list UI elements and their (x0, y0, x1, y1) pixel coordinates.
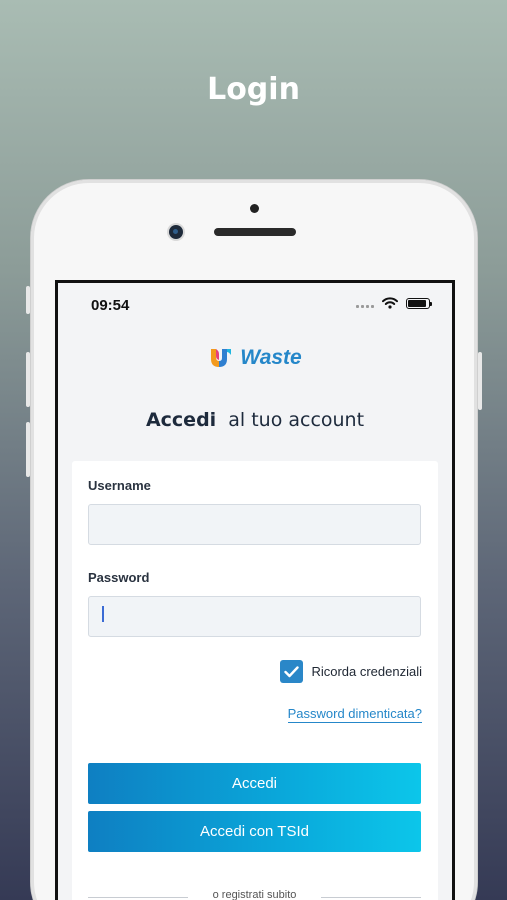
divider-line-right (321, 897, 421, 898)
front-camera-icon (169, 225, 183, 239)
app-screen: 09:54 Waste Accedi al tuo account Userna… (55, 280, 455, 900)
battery-icon (406, 297, 432, 309)
username-field[interactable] (88, 504, 421, 545)
wifi-icon (382, 297, 398, 309)
status-icons (356, 297, 432, 309)
volume-up-button (26, 352, 30, 407)
checkmark-icon (284, 665, 300, 677)
forgot-password-link[interactable]: Password dimenticata? (287, 706, 422, 723)
password-label: Password (88, 570, 150, 585)
status-time: 09:54 (91, 297, 130, 314)
proximity-sensor (250, 204, 259, 213)
volume-down-button (26, 422, 30, 477)
promo-title: Login (207, 72, 300, 107)
register-divider: o registrati subito (88, 889, 421, 900)
signal-icon (356, 298, 374, 308)
earpiece-speaker (214, 228, 296, 236)
login-form: Username Password Ricorda credenziali Pa… (72, 461, 438, 900)
logo-text: Waste (240, 346, 302, 369)
password-field[interactable] (88, 596, 421, 637)
waste-logo-icon (211, 349, 232, 367)
remember-label: Ricorda credenziali (311, 664, 422, 679)
heading-strong: Accedi (145, 409, 217, 431)
phone-frame: 09:54 Waste Accedi al tuo account Userna… (26, 180, 482, 900)
remember-checkbox[interactable] (280, 660, 304, 683)
app-logo: Waste (58, 346, 452, 370)
page-heading: Accedi al tuo account (58, 409, 452, 431)
power-button (478, 352, 482, 410)
text-cursor (102, 606, 104, 622)
remember-credentials[interactable]: Ricorda credenziali (280, 660, 422, 683)
status-bar: 09:54 (58, 283, 452, 327)
username-label: Username (88, 478, 151, 493)
heading-rest: al tuo account (228, 409, 365, 431)
login-tsid-button[interactable]: Accedi con TSId (88, 811, 421, 852)
login-button[interactable]: Accedi (88, 763, 421, 804)
register-divider-text: o registrati subito (212, 889, 297, 900)
silent-switch (26, 286, 30, 314)
